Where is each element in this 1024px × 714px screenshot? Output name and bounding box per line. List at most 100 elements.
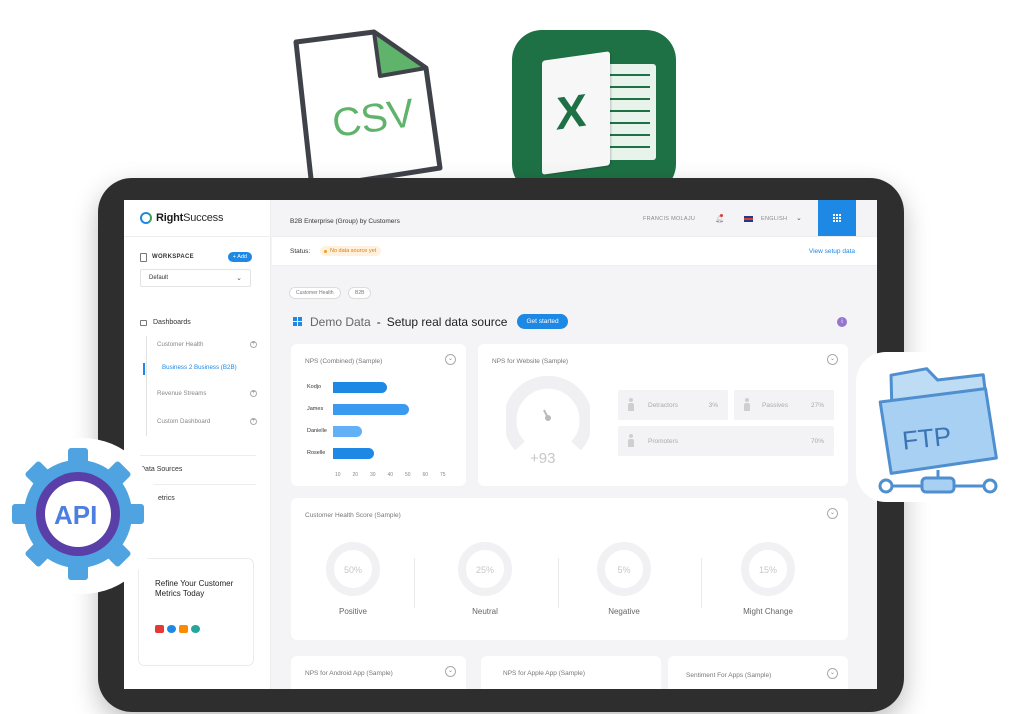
segment-value: 27% — [810, 402, 824, 409]
metrics-label: etrics — [158, 495, 175, 502]
segment-label: Passives — [762, 402, 789, 409]
sidebar-item-label: Business 2 Business (B2B) — [162, 364, 237, 371]
segment-detractors: Detractors 3% — [618, 390, 728, 420]
promo-card[interactable]: Refine Your Customer Metrics Today — [138, 558, 254, 666]
donut-label: Neutral — [472, 607, 498, 616]
plus-icon[interactable]: + — [250, 341, 257, 348]
nav-tree-line — [146, 336, 147, 436]
bar-category-label: James — [307, 406, 324, 412]
logo-icon — [140, 212, 152, 224]
workspace-select-value: Default — [149, 275, 169, 281]
chevron-down-icon[interactable]: ⌄ — [445, 354, 456, 365]
bar-category-label: Kodjo — [307, 384, 322, 390]
apps-button[interactable] — [818, 200, 856, 236]
brand-logo[interactable]: RightSuccess — [140, 212, 223, 224]
workspace-select[interactable]: Default ⌄ — [140, 269, 251, 287]
ftp-folder-icon: FTP — [878, 367, 998, 494]
chevron-down-icon[interactable]: ⌄ — [445, 666, 456, 677]
bar-category-label: Roselle — [307, 450, 326, 456]
nps-website-card: NPS for Website (Sample) ⌄ +93 Detractor… — [478, 344, 848, 486]
user-name[interactable]: FRANCIS MOLAJU — [643, 216, 695, 222]
card-title: NPS (Combined) (Sample) — [305, 358, 383, 365]
health-score-card: Customer Health Score (Sample) ⌄ 50% Pos… — [291, 498, 848, 640]
bar-james — [333, 404, 410, 415]
workspace-row: WORKSPACE + Add — [140, 252, 252, 262]
bar-danielle — [333, 426, 362, 437]
card-title: Customer Health Score (Sample) — [305, 512, 401, 519]
bar-roselle — [333, 448, 374, 459]
donut-neutral: 25% — [458, 542, 512, 596]
plus-icon[interactable]: + — [250, 390, 257, 397]
workspace-icon — [140, 252, 147, 262]
donut-positive: 50% — [326, 542, 380, 596]
excel-icon: X — [512, 30, 676, 194]
view-setup-link[interactable]: View setup data — [809, 248, 855, 255]
uk-flag-icon — [744, 216, 753, 222]
sidebar-divider — [124, 236, 271, 237]
active-indicator — [143, 363, 145, 375]
plus-icon[interactable]: + — [250, 418, 257, 425]
app-screen: RightSuccess WORKSPACE + Add Default ⌄ D… — [124, 200, 877, 689]
donut-value: 5% — [617, 565, 631, 575]
nav-metrics[interactable]: etrics — [158, 495, 175, 502]
title-dash: - — [376, 314, 381, 329]
sentiment-apps-card: Sentiment For Apps (Sample) ⌄ — [668, 656, 848, 689]
card-title: Sentiment For Apps (Sample) — [686, 672, 772, 679]
nav-dashboards[interactable]: Dashboards — [140, 319, 191, 326]
card-title: NPS for Apple App (Sample) — [503, 670, 586, 677]
breadcrumb-customer-health[interactable]: Customer Health — [289, 287, 341, 299]
brand-name: RightSuccess — [156, 212, 224, 224]
donut-value: 15% — [758, 565, 777, 575]
chevron-down-icon: ⌄ — [236, 275, 242, 282]
status-bar: Status: No data source yet View setup da… — [272, 236, 877, 266]
promo-icons — [155, 625, 200, 633]
nps-apple-card: NPS for Apple App (Sample) — [481, 656, 661, 689]
nps-gauge — [506, 376, 590, 451]
dashboards-icon — [140, 319, 147, 326]
dashboards-label: Dashboards — [153, 319, 191, 326]
dashboard-icon — [293, 317, 302, 326]
tag-icon — [179, 625, 188, 633]
page-title: Demo Data - Setup real data source Get s… — [293, 314, 568, 329]
info-icon[interactable]: i — [837, 317, 847, 327]
chevron-down-icon[interactable]: ⌄ — [827, 508, 838, 519]
csv-file-icon: CSV — [293, 29, 443, 191]
add-workspace-button[interactable]: + Add — [227, 252, 252, 262]
sidebar-item-customer-health[interactable]: Customer Health + — [157, 341, 257, 348]
segment-label: Promoters — [648, 438, 678, 445]
chevron-down-icon[interactable]: ⌄ — [827, 354, 838, 365]
tablet-frame: RightSuccess WORKSPACE + Add Default ⌄ D… — [98, 178, 904, 712]
breadcrumb-b2b[interactable]: B2B — [348, 287, 372, 299]
sidebar-item-label: Customer Health — [157, 341, 204, 348]
donut-negative: 5% — [597, 542, 651, 596]
axis-tick-label: 75 — [440, 472, 446, 478]
divider — [701, 558, 702, 608]
person-icon — [744, 398, 750, 412]
divider — [414, 558, 415, 608]
excel-cover: X — [542, 51, 610, 175]
sidebar-item-revenue-streams[interactable]: Revenue Streams + — [157, 390, 257, 397]
donut-value: 25% — [475, 565, 494, 575]
workspace-label: WORKSPACE — [152, 254, 194, 260]
sidebar-item-custom-dashboard[interactable]: Custom Dashboard + — [157, 418, 257, 425]
donut-might-change: 15% — [741, 542, 795, 596]
card-title: NPS for Android App (Sample) — [305, 670, 393, 677]
grid-icon — [833, 214, 841, 222]
excel-letter: X — [556, 83, 587, 140]
sidebar-item-b2b[interactable]: Business 2 Business (B2B) — [162, 364, 262, 371]
status-badge: No data source yet — [320, 246, 382, 256]
chevron-down-icon[interactable]: ⌄ — [796, 214, 802, 222]
nps-android-card: NPS for Android App (Sample) ⌄ — [291, 656, 466, 689]
person-icon — [628, 434, 634, 448]
segment-value: 70% — [810, 438, 824, 445]
sidebar-item-label: Custom Dashboard — [157, 418, 211, 425]
segment-value: 3% — [708, 402, 718, 409]
get-started-button[interactable]: Get started — [517, 314, 568, 329]
chevron-down-icon[interactable]: ⌄ — [827, 668, 838, 679]
nps-score: +93 — [530, 450, 556, 467]
briefcase-icon — [155, 625, 164, 633]
setup-label: Setup real data source — [386, 314, 508, 329]
status-label: Status: — [290, 248, 311, 255]
axis-tick-label: 40 — [387, 472, 394, 478]
language-label[interactable]: ENGLISH — [761, 216, 787, 222]
